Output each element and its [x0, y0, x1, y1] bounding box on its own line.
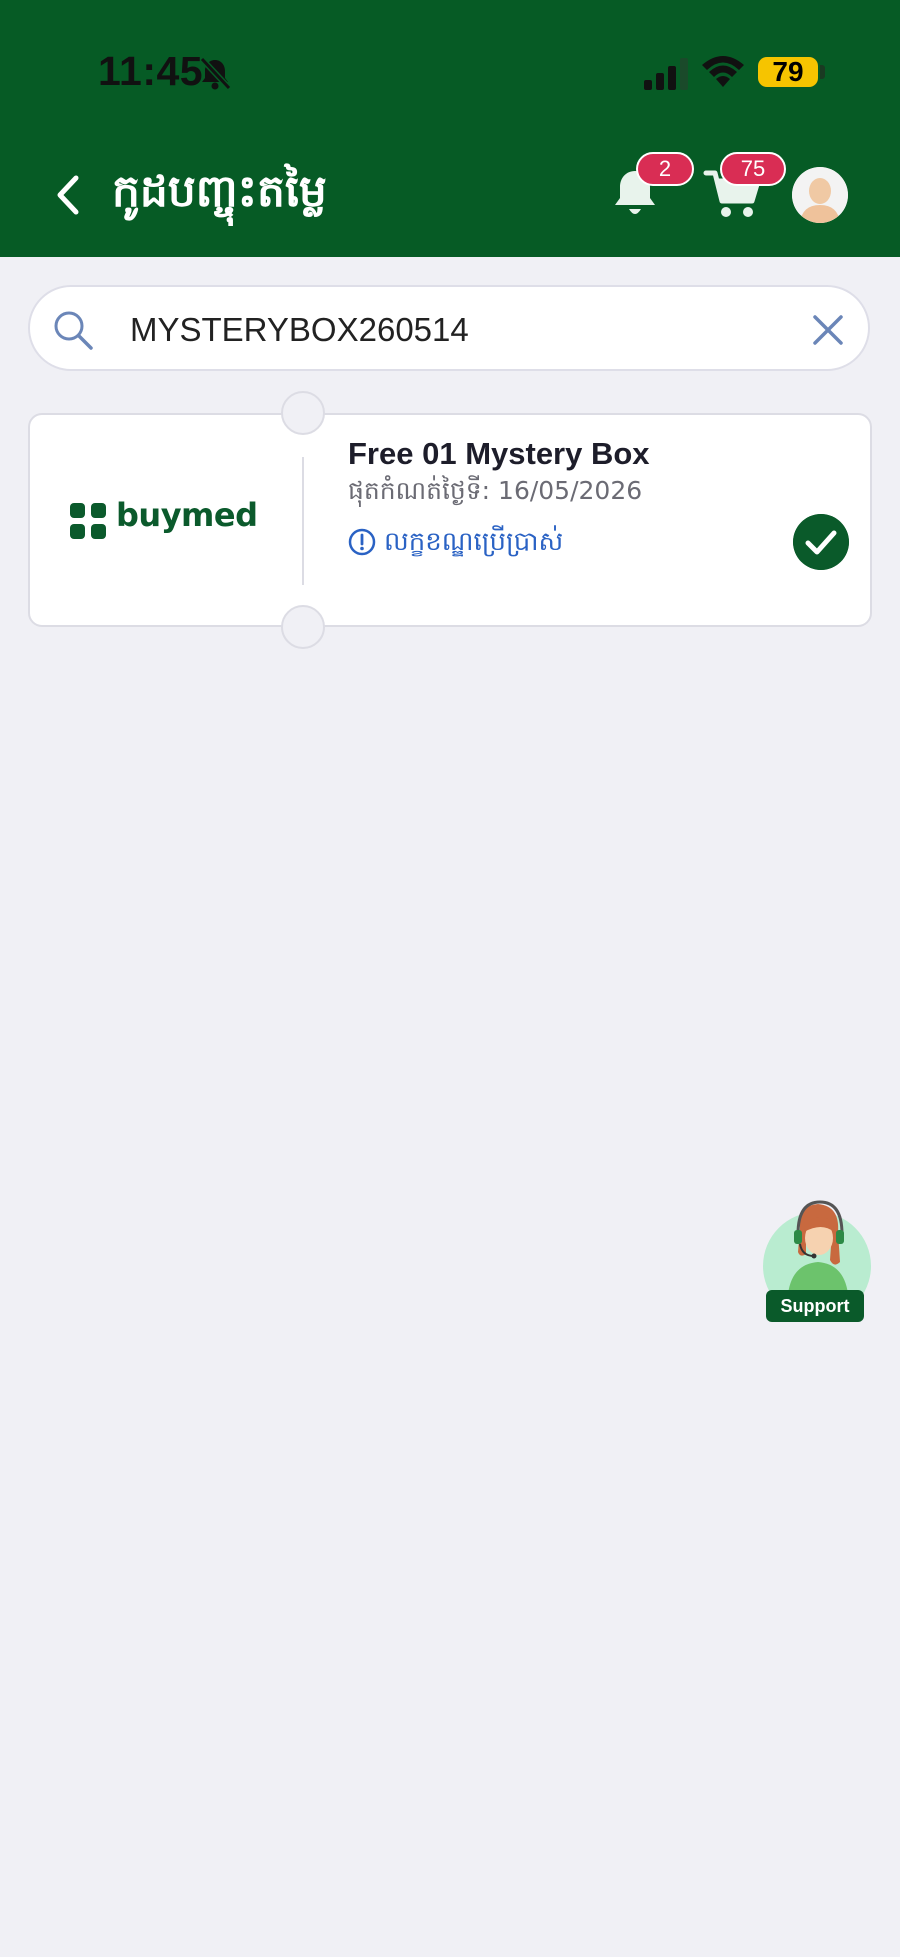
cart-badge: 75 [720, 152, 786, 186]
cellular-signal-icon [644, 58, 688, 90]
brand-logo-text: buymed [116, 496, 258, 534]
status-time: 11:45 [98, 48, 204, 94]
coupon-expiry: ផុតកំណត់ថ្ងៃទី: 16/05/2026 [348, 476, 643, 505]
support-button[interactable]: Support [760, 1198, 872, 1324]
battery-level: 79 [758, 57, 818, 87]
ticket-notch-bottom [281, 605, 325, 649]
clear-search-icon[interactable] [810, 312, 846, 348]
battery-cap [820, 65, 825, 79]
silent-mode-icon [199, 56, 232, 91]
ticket-divider [302, 457, 304, 585]
info-icon[interactable] [348, 528, 376, 556]
user-avatar-icon [792, 167, 848, 223]
avatar[interactable] [792, 167, 848, 223]
ticket-notch-top [281, 391, 325, 435]
support-label: Support [766, 1290, 864, 1322]
search-input[interactable] [128, 306, 792, 354]
coupon-title: Free 01 Mystery Box [348, 436, 650, 471]
selected-check-icon[interactable] [793, 514, 849, 570]
buymed-logo-icon [70, 503, 106, 539]
usage-conditions-link[interactable]: លក្ខខណ្ឌប្រើប្រាស់ [384, 525, 563, 563]
search-icon [54, 311, 93, 350]
page-title: កូដបញ្ចុះតម្លៃ [112, 166, 327, 217]
support-agent-icon [788, 1200, 848, 1294]
wifi-icon [702, 56, 744, 87]
notification-badge: 2 [636, 152, 694, 186]
back-button[interactable] [50, 170, 86, 220]
